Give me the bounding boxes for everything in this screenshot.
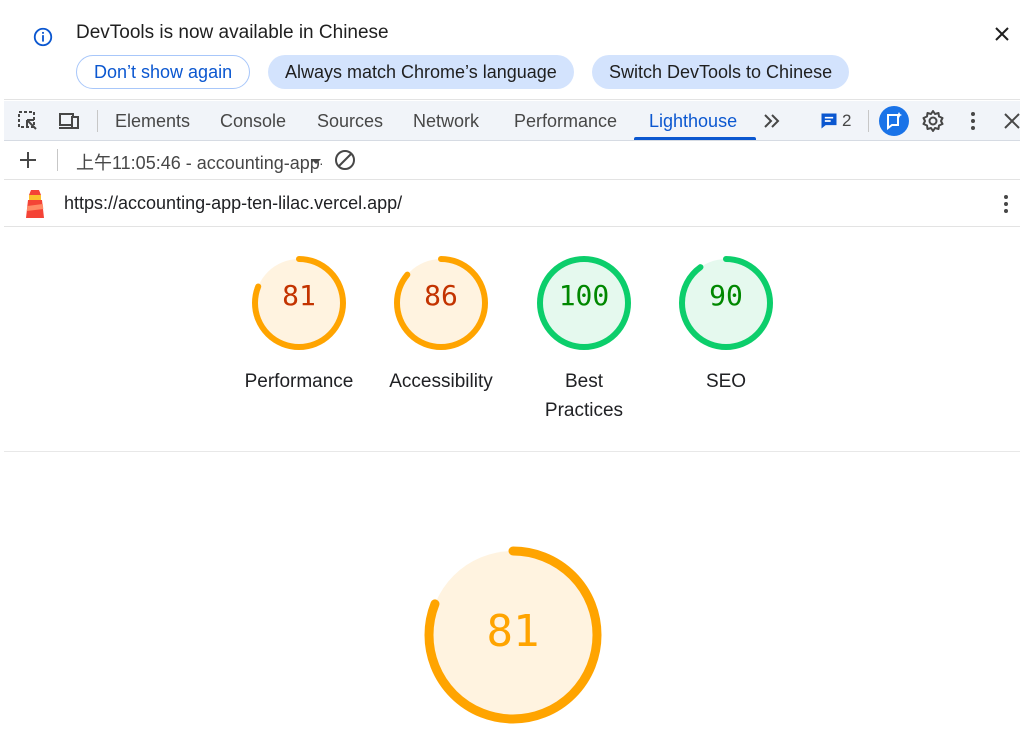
divider xyxy=(868,110,869,132)
gauge-best-practices[interactable]: 100 Best Practices xyxy=(509,255,659,425)
ai-assistance-icon[interactable] xyxy=(879,106,909,136)
more-options-icon[interactable] xyxy=(961,109,985,133)
divider xyxy=(57,149,58,171)
tab-sources[interactable]: Sources xyxy=(317,111,383,132)
more-tabs-icon[interactable] xyxy=(760,109,784,133)
lighthouse-logo-icon xyxy=(26,190,44,218)
always-match-language-button[interactable]: Always match Chrome’s language xyxy=(268,55,574,89)
dont-show-again-button[interactable]: Don’t show again xyxy=(76,55,251,89)
gauge-accessibility[interactable]: 86 Accessibility xyxy=(366,255,516,396)
main-performance-score: 81 xyxy=(486,606,540,657)
gauge-label: SEO xyxy=(705,371,747,392)
gauge-label: Best Practices xyxy=(544,371,624,421)
tab-lighthouse[interactable]: Lighthouse xyxy=(649,111,737,132)
close-devtools-icon[interactable] xyxy=(1000,109,1024,133)
gauge-seo[interactable]: 90 SEO xyxy=(651,255,801,396)
settings-gear-icon[interactable] xyxy=(921,109,945,133)
close-infobar-icon[interactable] xyxy=(990,22,1014,46)
clear-reports-icon[interactable] xyxy=(333,148,357,172)
infobar-message: DevTools is now available in Chinese xyxy=(76,22,389,43)
divider xyxy=(97,110,98,132)
issues-icon[interactable] xyxy=(819,111,839,131)
report-selector[interactable]: 上午11:05:46 - accounting-app-ten-lilac.ve… xyxy=(76,149,322,175)
tab-network[interactable]: Network xyxy=(413,111,479,132)
issues-count[interactable]: 2 xyxy=(842,111,851,131)
tab-elements[interactable]: Elements xyxy=(115,111,190,132)
gauge-score: 81 xyxy=(282,279,316,312)
gauge-label: Performance xyxy=(244,371,354,392)
report-url: https://accounting-app-ten-lilac.vercel.… xyxy=(64,193,403,213)
language-infobar: DevTools is now available in Chinese Don… xyxy=(4,4,1020,100)
report-menu-icon[interactable] xyxy=(994,192,1018,216)
switch-to-chinese-button[interactable]: Switch DevTools to Chinese xyxy=(592,55,850,89)
gauge-score: 100 xyxy=(558,279,610,312)
gauge-score: 90 xyxy=(709,279,743,312)
gauge-performance[interactable]: 81 Performance xyxy=(224,255,374,396)
category-gauges: 81 Performance 86 Accessibility 100 Best… xyxy=(4,227,1020,452)
chevron-down-icon[interactable] xyxy=(304,149,328,173)
report-url-bar: https://accounting-app-ten-lilac.vercel.… xyxy=(4,181,1020,227)
tab-console[interactable]: Console xyxy=(220,111,286,132)
add-report-icon[interactable] xyxy=(16,148,40,172)
info-icon xyxy=(33,27,53,47)
gauge-label: Accessibility xyxy=(389,371,493,392)
lighthouse-toolbar: 上午11:05:46 - accounting-app-ten-lilac.ve… xyxy=(4,141,1020,180)
tab-performance[interactable]: Performance xyxy=(514,111,617,132)
active-tab-indicator xyxy=(634,137,756,140)
devtools-tabbar: Elements Console Sources Network Perform… xyxy=(4,101,1020,141)
device-toolbar-icon[interactable] xyxy=(57,109,81,133)
inspect-element-icon[interactable] xyxy=(16,109,40,133)
gauge-score: 86 xyxy=(424,279,458,312)
